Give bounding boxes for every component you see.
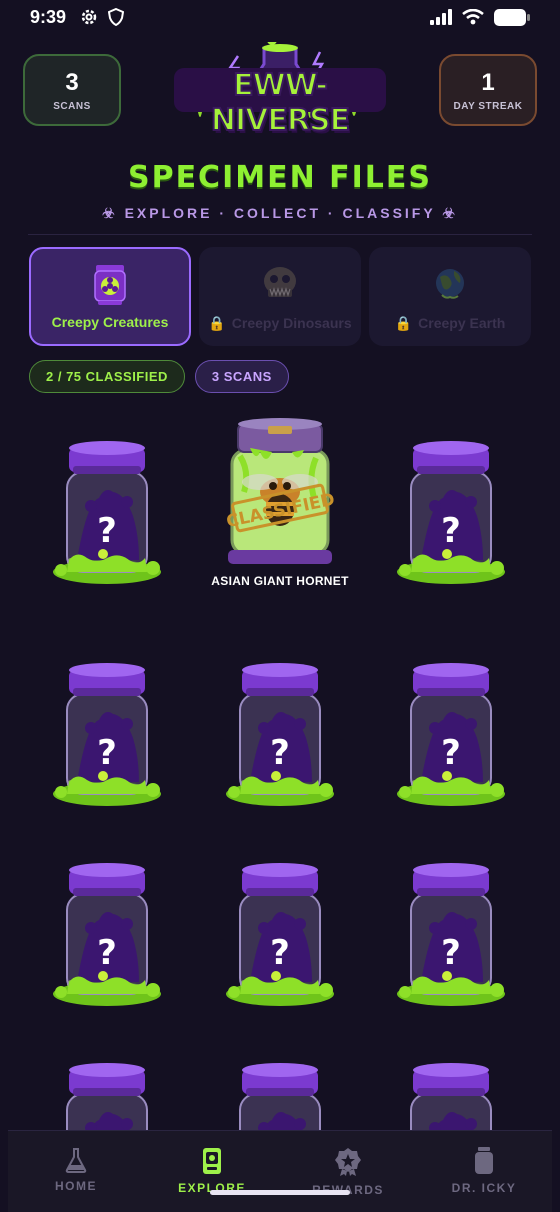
specimen-card-locked[interactable]: ? (47, 432, 167, 592)
tab-label: Creepy Creatures (51, 314, 169, 330)
logo-text: EWW-NIVERSE (210, 67, 351, 139)
flask-icon (65, 1148, 87, 1173)
specimen-jar-image: CLASSIFIED (225, 418, 337, 564)
mystery-jar-image: ? (53, 863, 161, 1006)
specimen-card-locked[interactable]: ? (47, 654, 167, 814)
divider (28, 234, 532, 235)
app-logo: EWW-NIVERSE (168, 42, 392, 139)
header: 3 SCANS EWW-NIVERSE 1 DAY STREAK (0, 42, 560, 139)
specimen-name: ASIAN GIANT HORNET (211, 574, 349, 588)
tab-label: 🔒 Creepy Dinosaurs (208, 315, 352, 331)
home-indicator (210, 1190, 350, 1195)
nav-explore[interactable]: EXPLORE (144, 1131, 280, 1212)
mystery-jar-image: ? (226, 663, 334, 806)
nav-home[interactable]: HOME (8, 1131, 144, 1212)
classified-count-badge: 2 / 75 CLASSIFIED (29, 360, 185, 393)
specimen-card-classified[interactable]: CLASSIFIED ASIAN GIANT HORNET (211, 412, 348, 588)
signal-icon (430, 9, 452, 25)
settings-gear-icon (81, 9, 97, 25)
svg-text:?: ? (270, 733, 290, 773)
specimen-card-locked[interactable]: ? (391, 432, 511, 592)
svg-text:?: ? (441, 733, 461, 773)
collection-stats: 2 / 75 CLASSIFIED 3 SCANS (29, 360, 289, 393)
mystery-jar-image: ? (53, 441, 161, 584)
svg-text:?: ? (97, 733, 117, 773)
page-title: SPECIMEN FILES (127, 160, 433, 195)
nav-label: HOME (55, 1179, 97, 1193)
mystery-jar-image: ? (410, 1063, 492, 1132)
specimen-card-locked[interactable]: ? (391, 654, 511, 814)
svg-text:?: ? (97, 511, 117, 551)
tab-creepy-dinosaurs[interactable]: 🔒 Creepy Dinosaurs (199, 247, 361, 346)
status-bar: 9:39 (0, 0, 560, 34)
specimen-card-locked[interactable]: ? (220, 654, 340, 814)
mystery-jar-image: ? (53, 663, 161, 806)
svg-text:?: ? (97, 933, 117, 973)
mystery-jar-image: ? (226, 863, 334, 1006)
streak-count: 1 (481, 68, 495, 96)
specimen-card-locked[interactable]: ? (220, 854, 340, 1014)
specimen-card-locked[interactable]: ? (391, 854, 511, 1014)
biohazard-jar-icon (94, 265, 126, 305)
dino-skull-icon (264, 267, 296, 297)
lock-icon: 🔒 (394, 315, 413, 331)
mystery-jar-image: ? (397, 441, 505, 584)
specimen-grid: ? CLASSIFIED ASIAN GIANT HORNET?????????? (0, 412, 560, 1132)
tab-creepy-creatures[interactable]: Creepy Creatures (29, 247, 191, 346)
mystery-jar-image: ? (239, 1063, 321, 1132)
scans-counter[interactable]: 3 SCANS (23, 54, 121, 126)
nav-label: DR. ICKY (451, 1181, 517, 1195)
scans-count: 3 (65, 68, 79, 96)
nav-dr-icky[interactable]: DR. ICKY (416, 1131, 552, 1212)
nav-rewards[interactable]: REWARDS (280, 1131, 416, 1212)
bottom-nav: HOME EXPLORE REWARDS DR. ICKY (8, 1130, 552, 1212)
specimen-card-locked[interactable]: ? (47, 1054, 167, 1132)
tab-label: 🔒 Creepy Earth (394, 315, 506, 331)
day-streak-counter[interactable]: 1 DAY STREAK (439, 54, 537, 126)
scans-badge: 3 SCANS (194, 360, 289, 393)
jar-icon (475, 1147, 493, 1174)
streak-label: DAY STREAK (453, 100, 523, 112)
status-time: 9:39 (30, 6, 67, 27)
mystery-jar-image: ? (66, 1063, 148, 1132)
tab-creepy-earth[interactable]: 🔒 Creepy Earth (369, 247, 531, 346)
shield-icon (108, 8, 125, 26)
svg-text:?: ? (441, 511, 461, 551)
specimen-card-locked[interactable]: ? (220, 1054, 340, 1132)
mystery-jar-image: ? (397, 863, 505, 1006)
lock-icon: 🔒 (208, 315, 226, 331)
specimen-card-locked[interactable]: ? (47, 854, 167, 1014)
scans-label: SCANS (53, 100, 91, 112)
wifi-icon (462, 9, 484, 25)
badge-icon (335, 1148, 361, 1176)
battery-icon (494, 8, 530, 26)
scanner-icon (203, 1148, 221, 1174)
mystery-jar-image: ? (397, 663, 505, 806)
specimen-card-locked[interactable]: ? (391, 1054, 511, 1132)
svg-text:?: ? (441, 933, 461, 973)
svg-text:?: ? (270, 933, 290, 973)
earth-icon (436, 269, 464, 299)
page-subtitle: ☣ EXPLORE · COLLECT · CLASSIFY ☣ (102, 205, 458, 221)
category-tabs: Creepy Creatures 🔒 Creepy Dinosaurs 🔒 Cree… (29, 247, 531, 346)
